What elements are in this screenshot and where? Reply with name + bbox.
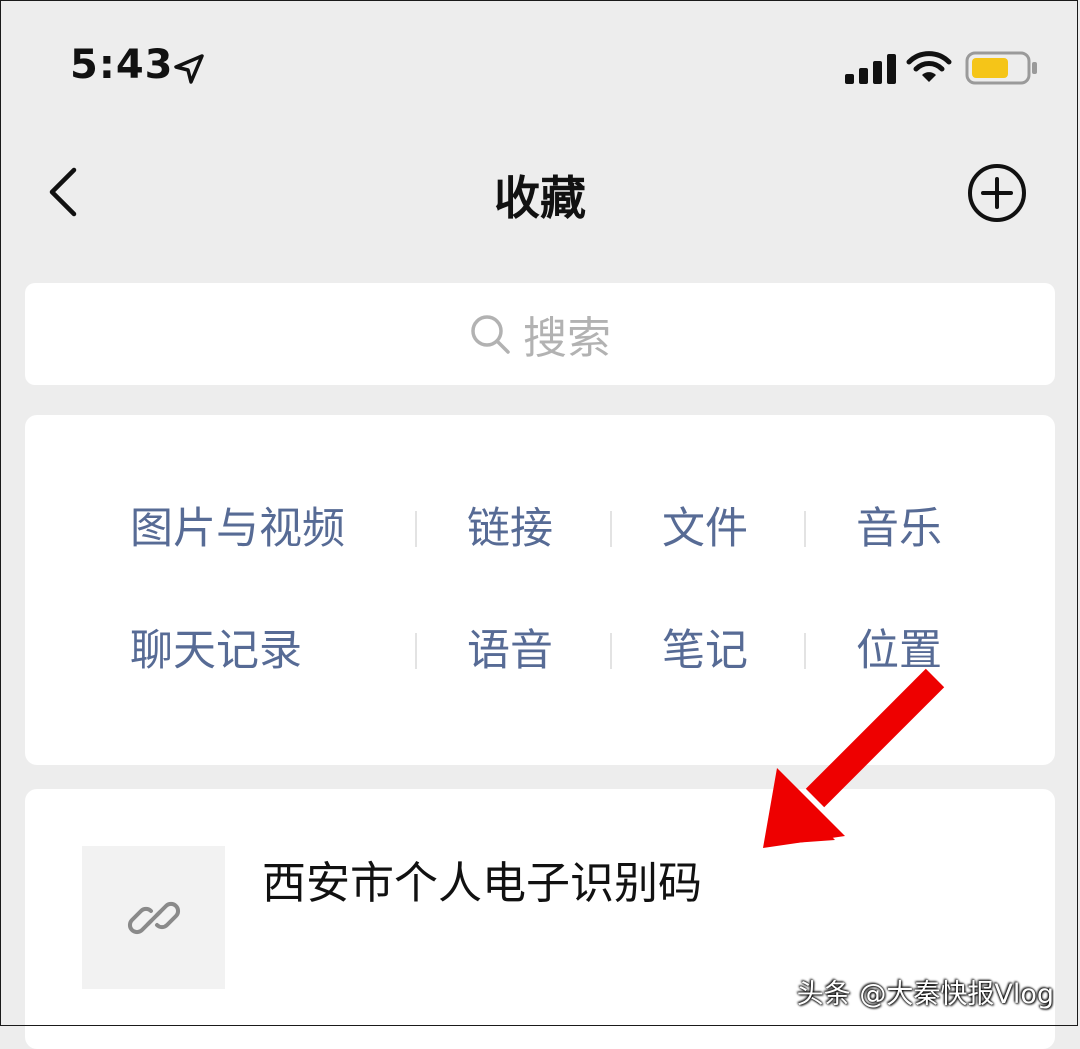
category-links[interactable]: 链接 — [467, 499, 553, 559]
category-divider — [415, 511, 417, 547]
battery-icon — [965, 51, 1037, 85]
status-time: 5:43 — [70, 42, 174, 88]
location-arrow-icon — [174, 54, 204, 84]
search-placeholder: 搜索 — [523, 313, 611, 364]
link-icon — [127, 901, 181, 935]
category-chat-history[interactable]: 聊天记录 — [130, 621, 302, 681]
watermark: 头条 @大秦快报Vlog — [796, 979, 1054, 1010]
wifi-icon — [906, 51, 952, 82]
search-icon — [471, 315, 510, 354]
favorite-item-title: 西安市个人电子识别码 — [262, 858, 702, 909]
category-divider — [415, 633, 417, 669]
category-divider — [610, 633, 612, 669]
add-circle-icon[interactable] — [966, 162, 1028, 224]
category-voice[interactable]: 语音 — [467, 621, 553, 681]
search-bar[interactable]: 搜索 — [25, 283, 1055, 385]
category-photos-videos[interactable]: 图片与视频 — [130, 499, 345, 559]
page-title: 收藏 — [494, 171, 586, 225]
signal-icon — [845, 54, 896, 84]
category-music[interactable]: 音乐 — [856, 499, 942, 559]
category-divider — [610, 511, 612, 547]
category-notes[interactable]: 笔记 — [662, 621, 748, 681]
favorite-item-thumbnail — [82, 846, 225, 989]
annotation-arrow-icon — [763, 668, 945, 848]
category-divider — [804, 511, 806, 547]
category-files[interactable]: 文件 — [662, 499, 748, 559]
